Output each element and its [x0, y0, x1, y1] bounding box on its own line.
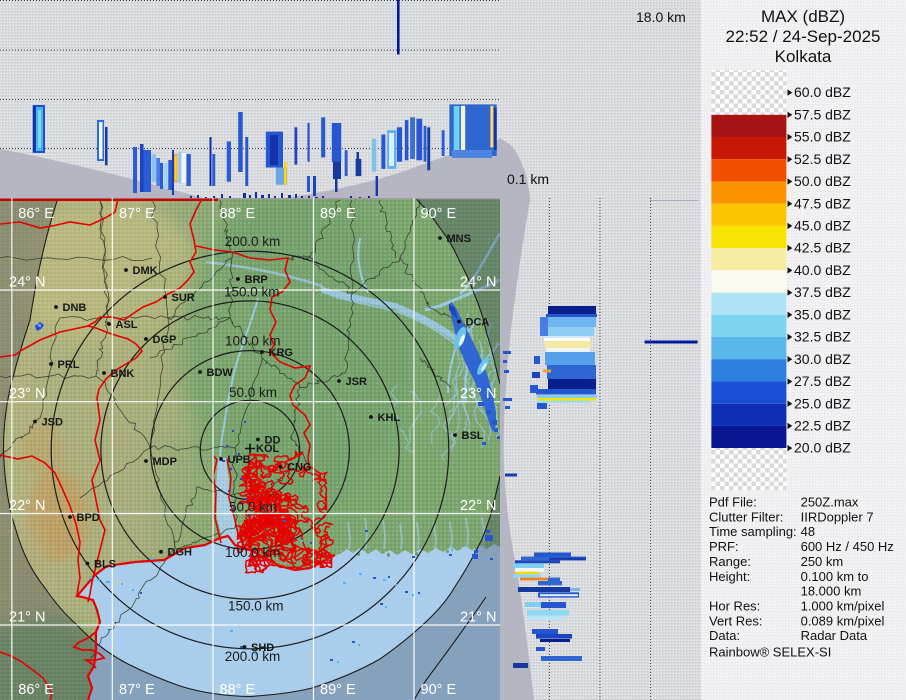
svg-text:18.000 km: 18.000 km — [801, 584, 862, 599]
svg-text:30.0 dBZ: 30.0 dBZ — [794, 351, 851, 367]
svg-text:40.0 dBZ: 40.0 dBZ — [794, 262, 851, 278]
svg-text:50.0 dBZ: 50.0 dBZ — [794, 173, 851, 189]
svg-text:0.100 km to: 0.100 km to — [801, 569, 869, 584]
svg-text:MAX (dBZ): MAX (dBZ) — [761, 7, 845, 26]
svg-text:PRF:: PRF: — [709, 539, 739, 554]
svg-text:Radar Data: Radar Data — [801, 628, 868, 643]
svg-text:22:52 / 24-Sep-2025: 22:52 / 24-Sep-2025 — [725, 27, 880, 46]
svg-text:0.089 km/pixel: 0.089 km/pixel — [801, 613, 885, 628]
svg-text:Data:: Data: — [709, 628, 740, 643]
svg-text:Clutter Filter:: Clutter Filter: — [709, 509, 783, 524]
svg-text:Kolkata: Kolkata — [775, 47, 832, 66]
svg-text:600 Hz / 450 Hz: 600 Hz / 450 Hz — [801, 539, 894, 554]
svg-text:Time sampling:: Time sampling: — [709, 524, 797, 539]
svg-text:Height:: Height: — [709, 569, 750, 584]
svg-text:Pdf File:: Pdf File: — [709, 495, 757, 510]
svg-text:32.5 dBZ: 32.5 dBZ — [794, 329, 851, 345]
svg-text:Vert Res:: Vert Res: — [709, 613, 762, 628]
svg-text:37.5 dBZ: 37.5 dBZ — [794, 284, 851, 300]
svg-text:48: 48 — [801, 524, 815, 539]
svg-text:IIRDoppler 7: IIRDoppler 7 — [801, 509, 874, 524]
svg-text:Rainbow® SELEX-SI: Rainbow® SELEX-SI — [709, 645, 831, 660]
svg-text:42.5 dBZ: 42.5 dBZ — [794, 240, 851, 256]
svg-text:47.5 dBZ: 47.5 dBZ — [794, 195, 851, 211]
svg-text:25.0 dBZ: 25.0 dBZ — [794, 395, 851, 411]
svg-text:250 km: 250 km — [801, 554, 844, 569]
svg-text:22.5 dBZ: 22.5 dBZ — [794, 418, 851, 434]
svg-text:52.5 dBZ: 52.5 dBZ — [794, 151, 851, 167]
svg-text:Range:: Range: — [709, 554, 751, 569]
svg-text:27.5 dBZ: 27.5 dBZ — [794, 373, 851, 389]
svg-text:35.0 dBZ: 35.0 dBZ — [794, 306, 851, 322]
svg-text:60.0 dBZ: 60.0 dBZ — [794, 84, 851, 100]
svg-text:20.0 dBZ: 20.0 dBZ — [794, 440, 851, 456]
svg-text:55.0 dBZ: 55.0 dBZ — [794, 129, 851, 145]
svg-text:1.000 km/pixel: 1.000 km/pixel — [801, 599, 885, 614]
svg-text:Hor Res:: Hor Res: — [709, 599, 760, 614]
svg-text:45.0 dBZ: 45.0 dBZ — [794, 218, 851, 234]
svg-text:57.5 dBZ: 57.5 dBZ — [794, 106, 851, 122]
svg-text:250Z.max: 250Z.max — [801, 495, 859, 510]
